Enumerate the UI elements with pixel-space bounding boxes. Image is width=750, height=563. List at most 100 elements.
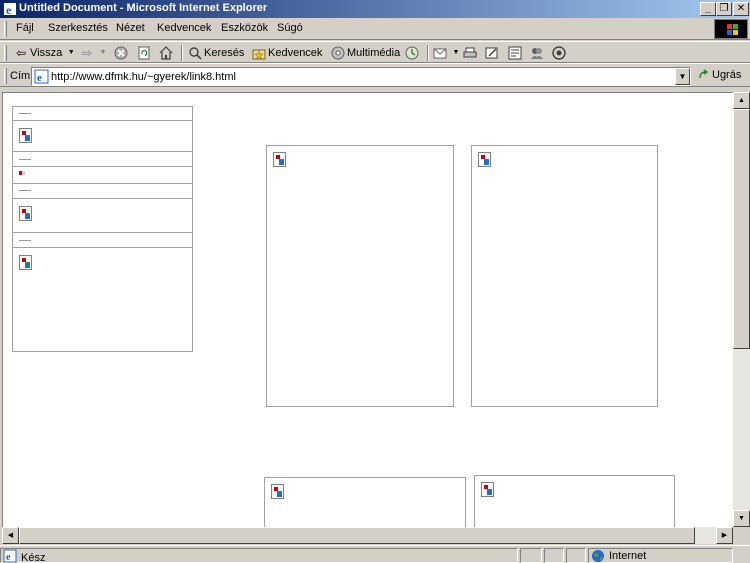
stop-button[interactable] [114, 44, 128, 62]
scroll-down-icon[interactable]: ▼ [733, 510, 750, 527]
nav-row [13, 184, 192, 199]
edit-button[interactable] [485, 44, 499, 62]
left-nav-panel [12, 106, 193, 352]
standard-toolbar: ⇦ Vissza ▼ ⇨ ▼ Keresés Kedvencek Multimé… [0, 41, 750, 63]
page-icon: e [34, 69, 49, 84]
menu-file[interactable]: Fájl [16, 22, 34, 34]
print-icon [463, 47, 477, 58]
address-field[interactable]: e ▼ [31, 67, 691, 86]
status-zone-cell: Internet [588, 548, 733, 563]
menu-tools[interactable]: Eszközök [221, 22, 268, 34]
status-progress-cell [520, 548, 542, 563]
stop-icon [114, 46, 128, 60]
back-dropdown-icon[interactable]: ▼ [64, 46, 78, 60]
discuss-button[interactable] [508, 44, 522, 62]
page-done-icon: e [3, 549, 17, 563]
media-button[interactable]: Multimédia [331, 44, 400, 62]
back-button[interactable]: ⇦ Vissza ▼ [14, 44, 78, 62]
forward-button[interactable]: ⇨ ▼ [80, 44, 110, 62]
vertical-scrollbar[interactable]: ▲ ▼ [733, 92, 750, 527]
address-dropdown-icon[interactable]: ▼ [675, 68, 690, 85]
menu-favorites[interactable]: Kedvencek [157, 22, 211, 34]
favorites-folder-icon [252, 49, 266, 60]
favorites-label: Kedvencek [268, 47, 323, 59]
zone-label: Internet [609, 550, 647, 562]
status-main-cell: e Kész [0, 548, 518, 563]
address-label: Cím [10, 70, 31, 82]
broken-image-icon[interactable] [478, 152, 491, 167]
mail-icon [433, 48, 447, 59]
toolbar-grip[interactable] [4, 45, 7, 61]
mail-button[interactable]: ▼ [433, 44, 463, 62]
menu-edit[interactable]: Szerkesztés [48, 22, 108, 34]
scroll-left-icon[interactable]: ◀ [2, 527, 19, 544]
messenger-icon [531, 48, 543, 59]
related-button[interactable] [552, 44, 566, 62]
mail-dropdown-icon[interactable]: ▼ [449, 46, 463, 60]
broken-image-icon[interactable] [19, 255, 32, 270]
nav-spacer-line [19, 240, 31, 241]
nav-spacer-line [19, 113, 31, 114]
nav-row[interactable] [13, 121, 192, 152]
broken-image-icon[interactable] [19, 206, 32, 221]
address-grip[interactable] [4, 68, 7, 84]
menu-help[interactable]: Súgó [277, 22, 303, 34]
search-button[interactable]: Keresés [188, 44, 244, 62]
menu-grip[interactable] [4, 21, 7, 37]
page-content [2, 92, 733, 527]
horizontal-scrollbar[interactable]: ◀ ▶ [2, 527, 733, 544]
broken-image-icon[interactable] [481, 482, 494, 497]
nav-row [13, 152, 192, 167]
broken-image-icon[interactable] [19, 171, 25, 175]
toolbar-separator [181, 45, 183, 61]
related-links-icon [552, 46, 566, 60]
address-bar: Cím e ▼ Ugrás [0, 63, 750, 87]
internet-globe-icon [592, 550, 604, 562]
minimize-button[interactable]: _ [700, 2, 716, 16]
messenger-button[interactable] [530, 44, 544, 62]
favorites-button[interactable]: Kedvencek [252, 44, 322, 62]
status-offline-cell [566, 548, 586, 563]
menu-view[interactable]: Nézet [116, 22, 145, 34]
home-button[interactable] [159, 44, 173, 62]
horizontal-scroll-thumb[interactable] [19, 527, 695, 544]
content-frame [474, 475, 675, 527]
maximize-button[interactable]: ❐ [716, 2, 732, 16]
print-button[interactable] [463, 44, 477, 62]
nav-row [13, 233, 192, 248]
broken-image-icon[interactable] [273, 152, 286, 167]
broken-image-icon[interactable] [271, 484, 284, 499]
nav-row[interactable] [13, 248, 192, 351]
close-button[interactable]: ✕ [733, 2, 749, 16]
content-frame [266, 145, 454, 407]
edit-page-icon [485, 47, 498, 59]
history-button[interactable] [405, 44, 419, 62]
nav-row[interactable] [13, 199, 192, 233]
windows-logo-icon [714, 19, 748, 39]
forward-dropdown-icon[interactable]: ▼ [96, 46, 110, 60]
status-bar: e Kész Internet [0, 545, 750, 563]
scroll-up-icon[interactable]: ▲ [733, 92, 750, 109]
nav-spacer-line [19, 159, 31, 160]
back-arrow-icon: ⇦ [15, 46, 27, 60]
go-button[interactable]: Ugrás [698, 69, 741, 81]
broken-image-icon[interactable] [19, 128, 32, 143]
nav-row[interactable] [13, 167, 192, 184]
refresh-button[interactable] [137, 44, 151, 62]
svg-text:e: e [37, 72, 42, 84]
title-bar: e Untitled Document - Microsoft Internet… [0, 0, 750, 18]
menu-bar: Fájl Szerkesztés Nézet Kedvencek Eszközö… [0, 18, 750, 40]
ie-logo-icon: e [4, 3, 16, 16]
status-text: Kész [21, 552, 46, 563]
back-label: Vissza [30, 47, 63, 59]
status-secure-cell [544, 548, 564, 563]
url-input[interactable] [51, 69, 671, 84]
go-label: Ugrás [712, 69, 742, 81]
content-frame [264, 477, 466, 527]
vertical-scroll-thumb[interactable] [733, 109, 750, 349]
search-label: Keresés [204, 47, 245, 59]
forward-arrow-icon: ⇨ [81, 46, 93, 60]
svg-text:e: e [6, 3, 12, 16]
window-title: Untitled Document - Microsoft Internet E… [19, 2, 268, 14]
scroll-right-icon[interactable]: ▶ [716, 527, 733, 544]
